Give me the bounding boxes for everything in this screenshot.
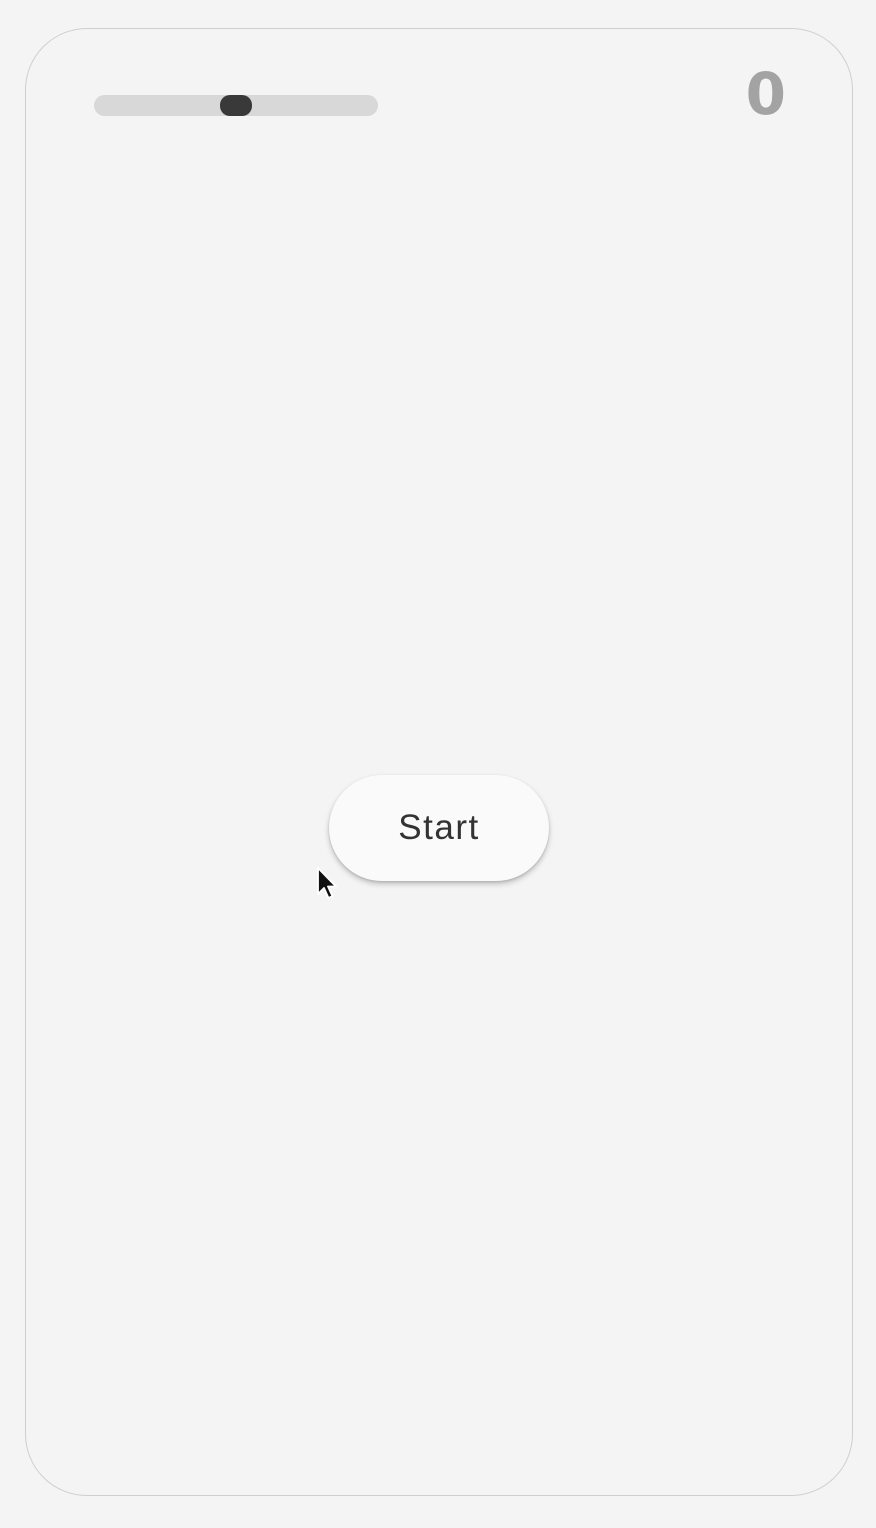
progress-indicator bbox=[220, 95, 252, 116]
progress-bar bbox=[94, 95, 378, 116]
start-button[interactable]: Start bbox=[329, 775, 549, 881]
game-frame: 0 Start bbox=[25, 28, 853, 1496]
mouse-pointer-icon bbox=[317, 867, 337, 899]
score-counter: 0 bbox=[745, 60, 786, 128]
